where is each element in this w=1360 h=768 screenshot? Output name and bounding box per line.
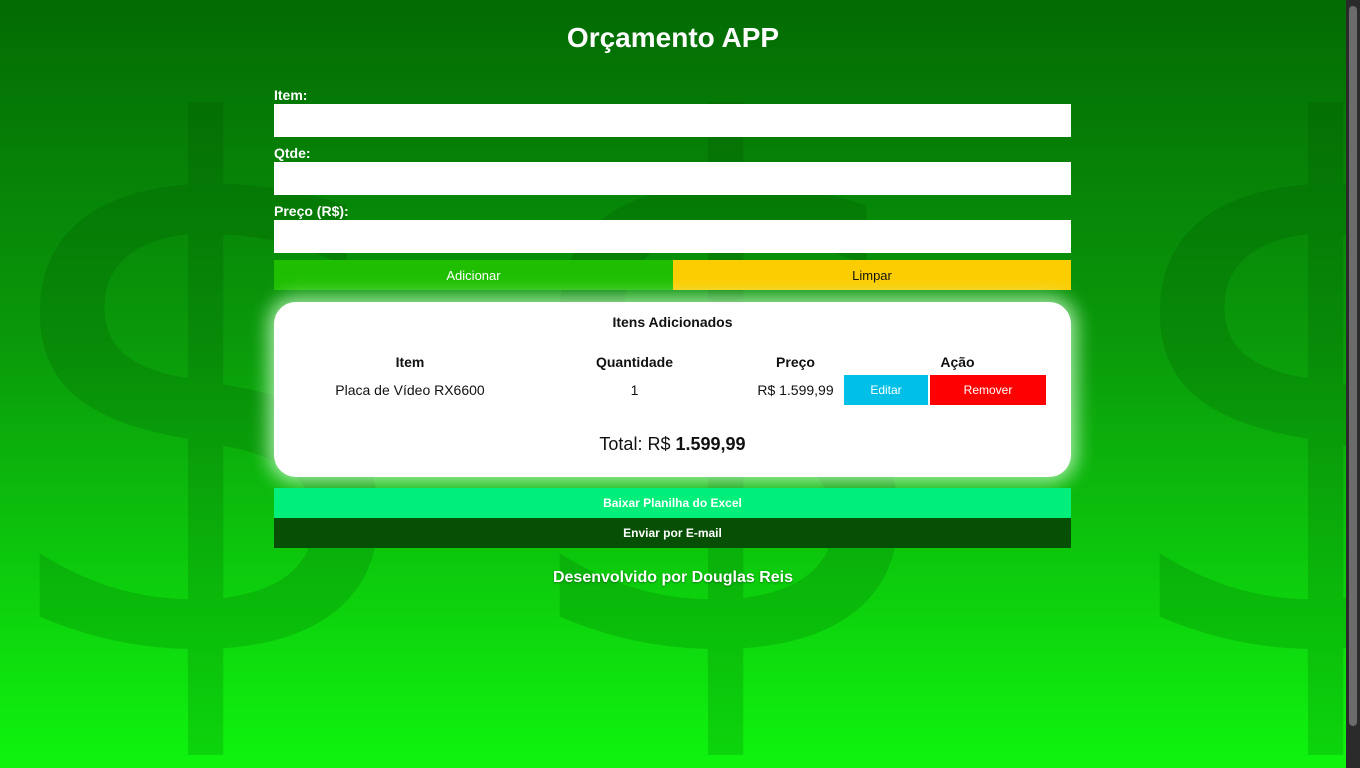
total-value: 1.599,99 xyxy=(675,434,746,454)
column-header-price: Preço xyxy=(776,354,815,370)
table-header-row: Item Quantidade Preço Ação xyxy=(298,350,1071,374)
footer-credit: Desenvolvido por Douglas Reis xyxy=(552,569,794,586)
quantity-input[interactable] xyxy=(274,162,1071,195)
clear-button[interactable]: Limpar xyxy=(673,260,1071,290)
send-email-button[interactable]: Enviar por E-mail xyxy=(274,518,1071,548)
edit-button[interactable]: Editar xyxy=(844,374,928,405)
page-scrollbar[interactable] xyxy=(1346,0,1360,768)
row-price: R$ 1.599,99 xyxy=(757,381,834,398)
budget-form: Item: Qtde: Preço (R$): Adicionar Limpar xyxy=(274,86,1071,290)
quantity-label: Qtde: xyxy=(274,145,311,161)
items-card-title: Itens Adicionados xyxy=(612,314,733,330)
item-label: Item: xyxy=(274,87,308,103)
download-excel-button[interactable]: Baixar Planilha do Excel xyxy=(274,488,1071,518)
table-row: Placa de Vídeo RX6600 1 R$ 1.599,99 Edit… xyxy=(298,374,1071,405)
column-header-action: Ação xyxy=(940,354,975,370)
background-dollar-icon: $ xyxy=(1100,0,1360,768)
total-display: Total: R$ 1.599,99 xyxy=(274,434,1071,455)
item-input[interactable] xyxy=(274,104,1071,137)
row-item-name: Placa de Vídeo RX6600 xyxy=(335,381,485,398)
form-button-row: Adicionar Limpar xyxy=(274,260,1071,290)
add-button[interactable]: Adicionar xyxy=(274,260,673,290)
items-card: Itens Adicionados Item Quantidade Preço … xyxy=(274,302,1071,477)
row-actions: Editar Remover xyxy=(844,374,1071,405)
page-title: Orçamento APP xyxy=(566,22,780,53)
column-header-quantity: Quantidade xyxy=(595,354,673,370)
row-quantity: 1 xyxy=(630,381,639,398)
scrollbar-thumb[interactable] xyxy=(1349,6,1357,726)
remove-button[interactable]: Remover xyxy=(930,374,1046,405)
price-input[interactable] xyxy=(274,220,1071,253)
total-label: Total: R$ xyxy=(599,434,671,454)
price-label: Preço (R$): xyxy=(274,203,349,219)
items-table: Item Quantidade Preço Ação Placa de Víde… xyxy=(298,350,1071,405)
column-header-item: Item xyxy=(395,354,425,370)
